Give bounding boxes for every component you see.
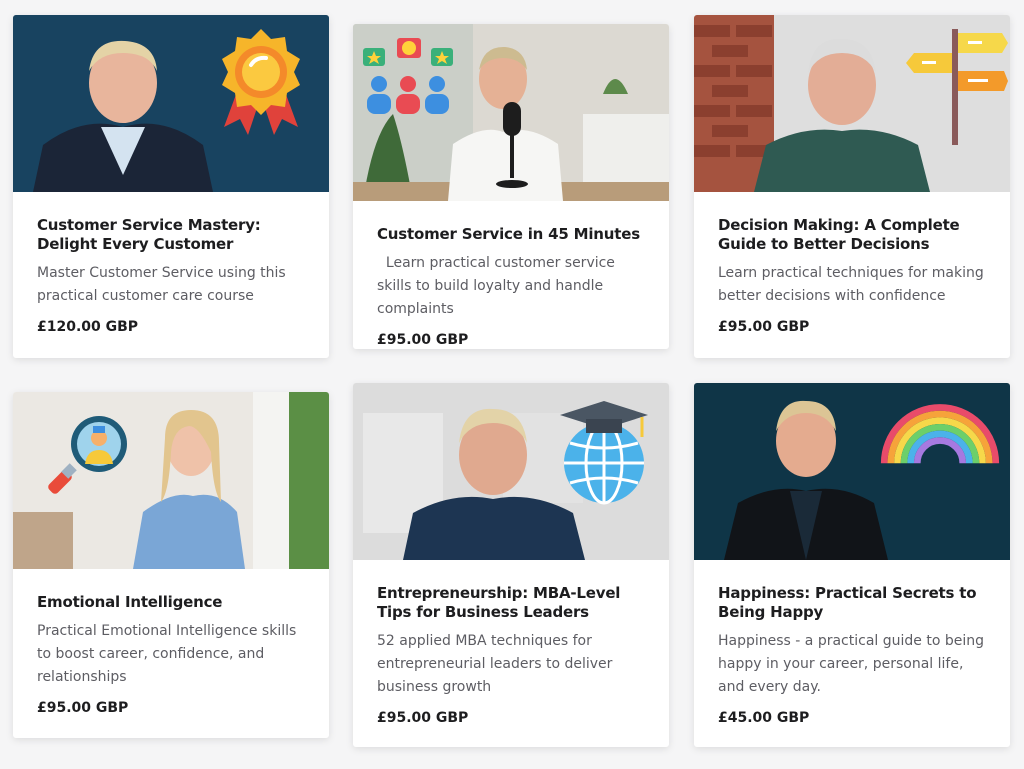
course-price: £120.00 GBP <box>37 319 139 335</box>
course-card[interactable]: Emotional Intelligence Practical Emotion… <box>13 392 329 738</box>
course-thumbnail[interactable] <box>353 383 669 560</box>
course-title[interactable]: Customer Service Mastery: Delight Every … <box>37 216 305 254</box>
course-description: 52 applied MBA techniques for entreprene… <box>377 633 617 695</box>
course-title[interactable]: Decision Making: A Complete Guide to Bet… <box>718 216 986 254</box>
course-title[interactable]: Customer Service in 45 Minutes <box>377 225 645 244</box>
customer-reviews-icon <box>363 38 453 114</box>
magnifier-person-icon <box>48 416 127 494</box>
course-description: Learn practical customer service skills … <box>377 255 620 317</box>
course-price: £95.00 GBP <box>37 700 129 716</box>
course-description: Practical Emotional Intelligence skills … <box>37 623 301 685</box>
course-thumbnail[interactable] <box>694 383 1010 560</box>
graduation-globe-icon <box>560 401 648 505</box>
course-description: Learn practical techniques for making be… <box>718 265 989 304</box>
course-thumbnail[interactable] <box>13 392 329 569</box>
course-price: £95.00 GBP <box>377 332 469 348</box>
rainbow-icon <box>880 404 1000 464</box>
course-description: Happiness - a practical guide to being h… <box>718 633 989 695</box>
course-title[interactable]: Happiness: Practical Secrets to Being Ha… <box>718 584 986 622</box>
award-badge-icon <box>222 29 300 135</box>
course-price: £95.00 GBP <box>718 319 810 335</box>
course-thumbnail[interactable] <box>353 24 669 201</box>
course-title[interactable]: Entrepreneurship: MBA-Level Tips for Bus… <box>377 584 645 622</box>
course-thumbnail[interactable] <box>694 15 1010 192</box>
course-card[interactable]: Customer Service in 45 Minutes Learn pra… <box>353 24 669 349</box>
course-price: £45.00 GBP <box>718 710 810 726</box>
course-price: £95.00 GBP <box>377 710 469 726</box>
course-thumbnail[interactable] <box>13 15 329 192</box>
course-description: Master Customer Service using this pract… <box>37 265 291 304</box>
course-card[interactable]: Decision Making: A Complete Guide to Bet… <box>694 15 1010 358</box>
course-card[interactable]: Customer Service Mastery: Delight Every … <box>13 15 329 358</box>
course-card[interactable]: Entrepreneurship: MBA-Level Tips for Bus… <box>353 383 669 747</box>
signpost-icon <box>906 29 1008 145</box>
course-title[interactable]: Emotional Intelligence <box>37 593 305 612</box>
course-card[interactable]: Happiness: Practical Secrets to Being Ha… <box>694 383 1010 747</box>
